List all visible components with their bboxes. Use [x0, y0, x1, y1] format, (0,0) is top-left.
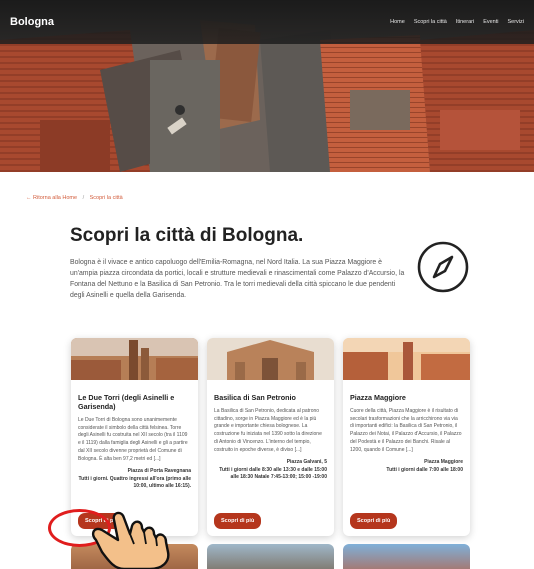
nav-item-home[interactable]: Home [390, 19, 405, 25]
card-title: Le Due Torri (degli Asinelli e Garisenda… [78, 393, 175, 411]
card-address: Piazza Galvani, 5 [286, 459, 327, 466]
card-image-due-torri [71, 338, 198, 380]
card-san-petronio: Basilica di San Petronio La Basilica di … [207, 338, 334, 536]
main-nav: Home Scopri la città Itinerari Eventi Se… [390, 19, 524, 25]
nav-item-eventi[interactable]: Eventi [483, 19, 498, 25]
card-description: Cuore della città, Piazza Maggiore è il … [350, 408, 462, 453]
intro-paragraph: Bologna è il vivace e antico capoluogo d… [70, 259, 405, 299]
card-address: Piazza di Porta Ravegnana [127, 468, 191, 475]
nav-item-scopri[interactable]: Scopri la città [414, 19, 447, 25]
card-row2-image-3 [343, 544, 470, 569]
card-address: Piazza Maggiore [424, 459, 463, 466]
card-row2-image-2 [207, 544, 334, 569]
card-description: La Basilica di San Petronio, dedicata al… [214, 408, 322, 453]
card-description: Le Due Torri di Bologna sono unanimement… [78, 417, 188, 462]
discover-more-button[interactable]: Scopri di più [214, 513, 262, 529]
breadcrumb-home-link[interactable]: ← Ritorna alla Home [26, 195, 77, 201]
nav-item-itinerari[interactable]: Itinerari [456, 19, 474, 25]
discover-more-button[interactable]: Scopri di più [350, 513, 398, 529]
nav-item-servizi[interactable]: Servizi [507, 19, 524, 25]
card-hours: Tutti i giorni dalle 7:00 alle 18:00 [386, 467, 463, 474]
top-navbar: Bologna Home Scopri la città Itinerari E… [0, 0, 534, 44]
card-due-torri: Le Due Torri (degli Asinelli e Garisenda… [71, 338, 198, 536]
breadcrumb-current[interactable]: Scopri la città [90, 195, 123, 201]
page-title: Scopri la città di Bologna. [70, 225, 304, 246]
breadcrumb-separator: / [82, 195, 85, 201]
breadcrumb: ← Ritorna alla Home / Scopri la città [26, 195, 123, 201]
pointing-hand-icon [91, 511, 170, 569]
card-image-piazza-maggiore [343, 338, 470, 380]
card-title: Piazza Maggiore [350, 393, 406, 402]
card-hours: Tutti i giorni dalle 8:30 alle 13:30 e d… [219, 467, 327, 481]
card-hours: Tutti i giorni. Quattro ingressi all'ora… [78, 476, 192, 490]
card-title: Basilica di San Petronio [214, 393, 296, 402]
site-logo[interactable]: Bologna [10, 16, 54, 28]
compass-icon [417, 241, 469, 293]
card-piazza-maggiore: Piazza Maggiore Cuore della città, Piazz… [343, 338, 470, 536]
card-image-san-petronio [207, 338, 334, 380]
